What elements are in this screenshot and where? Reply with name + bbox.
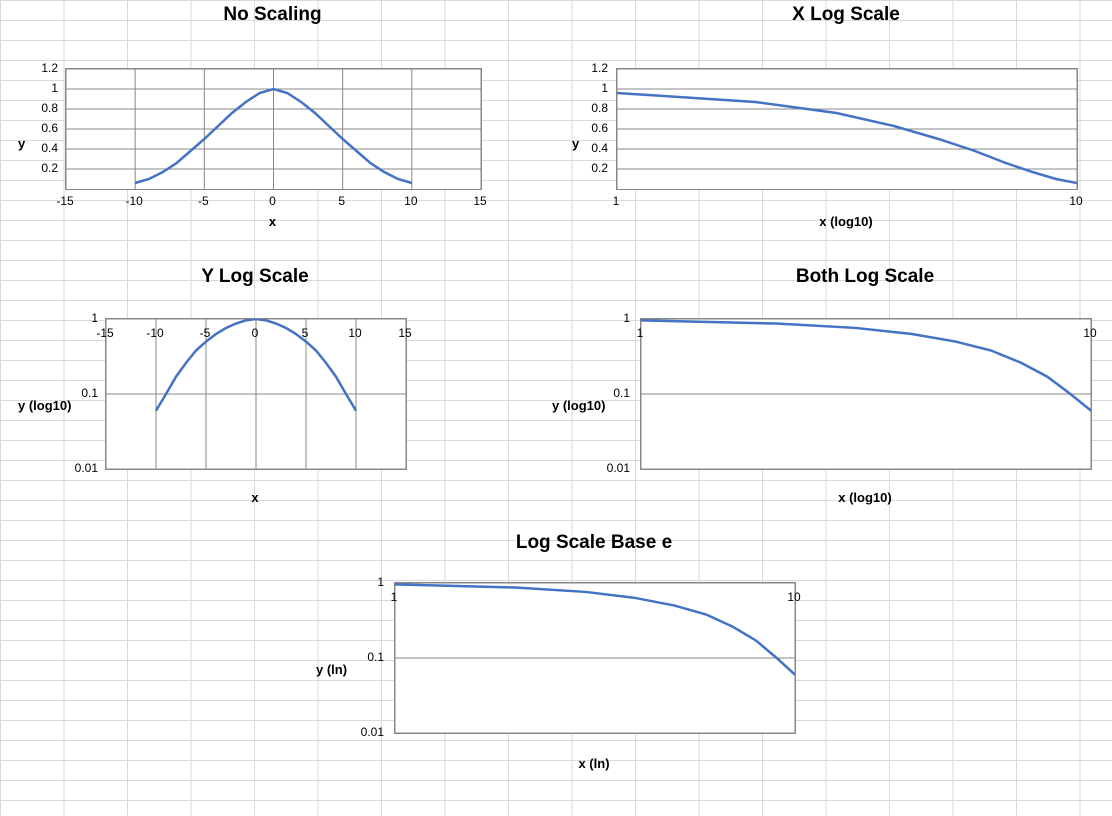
chart-title-4: Log Scale Base e [394, 532, 794, 554]
ytick: 0.01 [592, 461, 630, 475]
ytick: 1 [570, 81, 608, 95]
chart-xlabel-1: x (log10) [616, 214, 1076, 229]
ytick: 1 [60, 311, 98, 325]
chart-plot-1 [616, 68, 1078, 190]
xtick: -15 [96, 326, 113, 340]
ytick: 0.01 [346, 725, 384, 739]
chart-series-3 [641, 320, 1091, 410]
xtick: 1 [613, 194, 620, 208]
xtick: 0 [269, 194, 276, 208]
xtick: 5 [302, 326, 309, 340]
ytick: 0.2 [570, 161, 608, 175]
xtick: 15 [398, 326, 411, 340]
chart-xlabel-4: x (ln) [394, 756, 794, 771]
xtick: 1 [637, 326, 644, 340]
ytick: 0.6 [20, 121, 58, 135]
ytick: 0.4 [20, 141, 58, 155]
ytick: 0.1 [592, 386, 630, 400]
xtick: 5 [338, 194, 345, 208]
ytick: 0.8 [570, 101, 608, 115]
chart-ylabel-3: y (log10) [552, 398, 605, 413]
ytick: 1.2 [570, 61, 608, 75]
ytick: 1 [592, 311, 630, 325]
xtick: 10 [787, 590, 800, 604]
xtick: 10 [1083, 326, 1096, 340]
chart-title-0: No Scaling [65, 4, 480, 26]
ytick: 1 [346, 575, 384, 589]
ytick: 1.2 [20, 61, 58, 75]
chart-plot-3 [640, 318, 1092, 470]
chart-xlabel-3: x (log10) [640, 490, 1090, 505]
ytick: 1 [20, 81, 58, 95]
xtick: -5 [200, 326, 211, 340]
ytick: 0.2 [20, 161, 58, 175]
xtick: -15 [56, 194, 73, 208]
xtick: 10 [1069, 194, 1082, 208]
chart-plot-4 [394, 582, 796, 734]
xtick: -5 [198, 194, 209, 208]
chart-title-3: Both Log Scale [640, 266, 1090, 288]
ytick: 0.6 [570, 121, 608, 135]
xtick: 10 [348, 326, 361, 340]
ytick: 0.1 [60, 386, 98, 400]
ytick: 0.01 [60, 461, 98, 475]
ytick: 0.1 [346, 650, 384, 664]
chart-title-2: Y Log Scale [105, 266, 405, 288]
xtick: 1 [391, 590, 398, 604]
chart-plot-2 [105, 318, 407, 470]
chart-series-4 [395, 584, 795, 674]
xtick: 10 [404, 194, 417, 208]
xtick: -10 [146, 326, 163, 340]
ytick: 0.4 [570, 141, 608, 155]
chart-xlabel-0: x [65, 214, 480, 229]
ytick: 0.8 [20, 101, 58, 115]
chart-plot-0 [65, 68, 482, 190]
xtick: 0 [252, 326, 259, 340]
xtick: -10 [125, 194, 142, 208]
chart-ylabel-4: y (ln) [316, 662, 347, 677]
chart-title-1: X Log Scale [616, 4, 1076, 26]
chart-xlabel-2: x [105, 490, 405, 505]
xtick: 15 [473, 194, 486, 208]
chart-ylabel-2: y (log10) [18, 398, 71, 413]
